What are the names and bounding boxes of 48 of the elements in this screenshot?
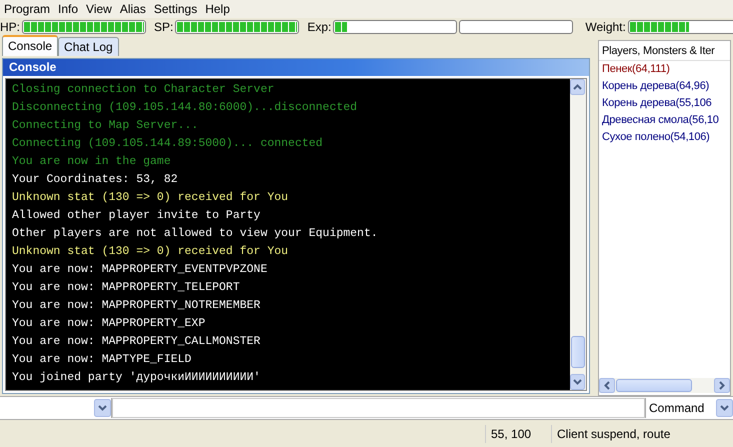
console-line: Closing connection to Character Server	[12, 82, 276, 98]
tab[interactable]: Console	[2, 34, 58, 56]
scroll-up-icon[interactable]	[570, 78, 585, 95]
stat-label: HP:	[0, 20, 20, 34]
list-item[interactable]: Древесная смола(56,10	[599, 112, 730, 129]
menu-item[interactable]: Settings	[152, 2, 204, 16]
menu-item[interactable]: View	[84, 2, 118, 16]
menu-item[interactable]: Program	[2, 2, 56, 16]
console-line: You are now: MAPPROPERTY_CALLMONSTER	[12, 334, 262, 350]
console-line: You are now: MAPPROPERTY_NOTREMEMBER	[12, 298, 262, 314]
stat-label: Weight:	[585, 20, 626, 34]
list-item[interactable]: Корень дерева(64,96)	[599, 78, 730, 95]
scroll-thumb[interactable]	[616, 379, 692, 392]
console-line: Other players are not allowed to view your Equipment.	[12, 226, 379, 242]
console-line: Unknown stat (130 => 0) received for You	[12, 190, 290, 206]
mode-dropdown[interactable]: Command	[645, 398, 733, 418]
vertical-scrollbar[interactable]	[570, 78, 586, 390]
console-line: You are now: MAPPROPERTY_EVENTPVPZONE	[12, 262, 268, 278]
list-item[interactable]: Сухое полено(54,106)	[599, 128, 730, 146]
menu-item[interactable]: Help	[203, 2, 236, 16]
menu-item[interactable]: Alias	[118, 2, 152, 16]
status-coordinates: 55, 100	[485, 424, 551, 443]
scroll-down-icon[interactable]	[570, 374, 585, 390]
command-input-field[interactable]	[112, 398, 645, 418]
scroll-right-icon[interactable]	[714, 378, 730, 394]
horizontal-scrollbar[interactable]	[599, 378, 730, 394]
menu-item[interactable]: Info	[56, 2, 84, 16]
scroll-left-icon[interactable]	[599, 378, 615, 394]
console-line: You are now: MAPPROPERTY_TELEPORT	[12, 280, 241, 296]
console-line: You are now in the game	[12, 154, 172, 170]
console-line: Your Coordinates: 53, 82	[12, 172, 179, 188]
scroll-thumb[interactable]	[571, 336, 585, 368]
stat-label: Exp:	[307, 20, 332, 34]
console-line: Unknown stat (130 => 0) received for You	[12, 244, 290, 260]
list-item[interactable]: Пенек(64,111)	[599, 60, 730, 78]
console-line: You are now: MAPTYPE_FIELD	[12, 352, 192, 368]
console-line: You are now: MAPPROPERTY_EXP	[12, 316, 206, 332]
list-item[interactable]: Корень дерева(55,106	[599, 94, 730, 112]
console-line: Connecting to Map Server...	[12, 118, 200, 134]
stat-label: SP:	[154, 20, 174, 34]
console-line: Allowed other player invite to Party	[12, 208, 262, 224]
console-line: You joined party 'дурочкиИИИИИИИИИИ'	[12, 370, 262, 386]
console-line: Connecting (109.105.144.89:5000)... connected	[12, 136, 324, 152]
tab[interactable]: Chat Log	[58, 36, 119, 56]
list-header: Players, Monsters & Iter	[599, 40, 730, 61]
console-line: Disconnecting (109.105.144.80:6000)...disconnected	[12, 100, 358, 116]
panel-title: Console	[3, 58, 589, 76]
status-text: Client suspend, route	[551, 424, 670, 443]
